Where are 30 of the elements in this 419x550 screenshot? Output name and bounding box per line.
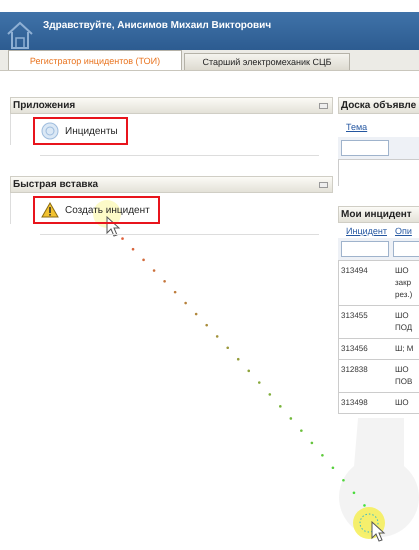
table-cell: ШО ПОД [393,306,419,339]
panel-title: Доска объявле [341,100,416,111]
app-icon [41,122,59,140]
table-cell: 313494 [339,261,393,306]
table-cell: 313498 [339,393,393,414]
column-link[interactable]: Тема [346,122,368,132]
minimize-icon[interactable] [319,102,328,108]
panel-item[interactable]: Создать инцидент [33,196,160,224]
panel-title: Приложения [13,100,76,111]
panel-title: Быстрая вставка [13,179,98,190]
cursor-icon [106,216,120,237]
column-link[interactable]: Инцидент [346,226,387,236]
table-cell: ШО ПОВ [393,360,419,393]
table-cell: 312838 [339,360,393,393]
table-cell: Ш; М [393,339,419,360]
column-link[interactable]: Опи [394,226,412,236]
tab[interactable]: Старший электромеханик СЦБ [184,53,350,70]
warning-icon [41,202,59,218]
table-cell: ШО [393,393,419,414]
table-cell: 313456 [339,339,393,360]
filter-field[interactable] [341,140,389,156]
panel-title: Мои инцидент [341,209,412,220]
filter-field[interactable] [341,241,389,257]
cursor-icon [372,520,386,542]
table-cell: ШО закр рез.) [393,261,419,306]
click-ring [360,514,378,532]
table-cell: 313455 [339,306,393,339]
greeting-text: Здравствуйте, Анисимов Михаил Викторович [43,20,272,31]
panel-item[interactable]: Инциденты [33,117,128,145]
minimize-icon[interactable] [319,182,328,188]
